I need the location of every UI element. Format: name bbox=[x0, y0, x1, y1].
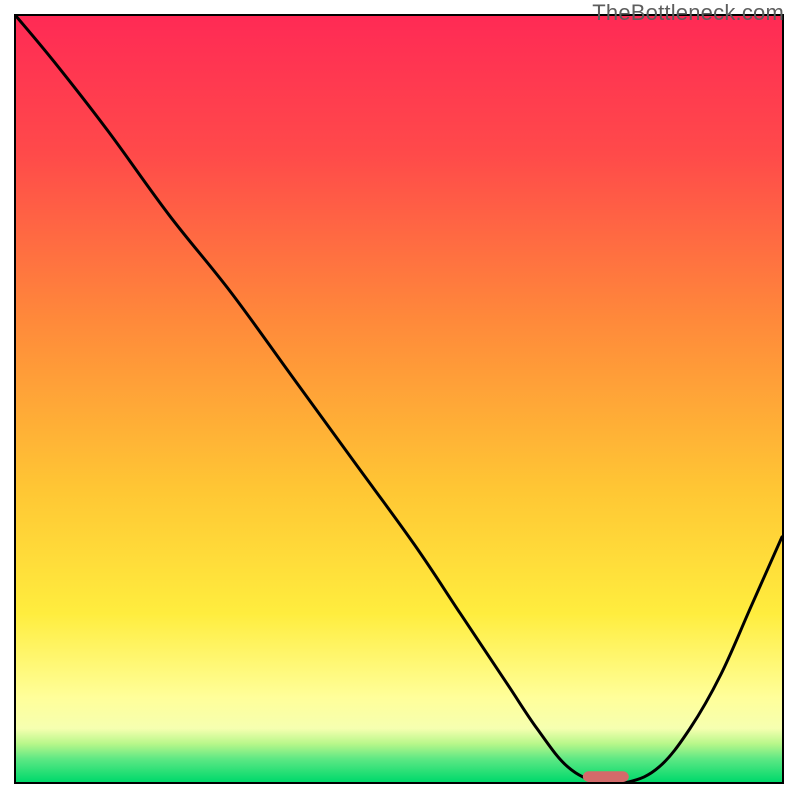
bottleneck-chart bbox=[16, 16, 782, 782]
chart-frame bbox=[14, 14, 784, 784]
optimum-marker bbox=[583, 771, 629, 782]
watermark-text: TheBottleneck.com bbox=[592, 0, 784, 26]
gradient-background bbox=[16, 16, 782, 782]
